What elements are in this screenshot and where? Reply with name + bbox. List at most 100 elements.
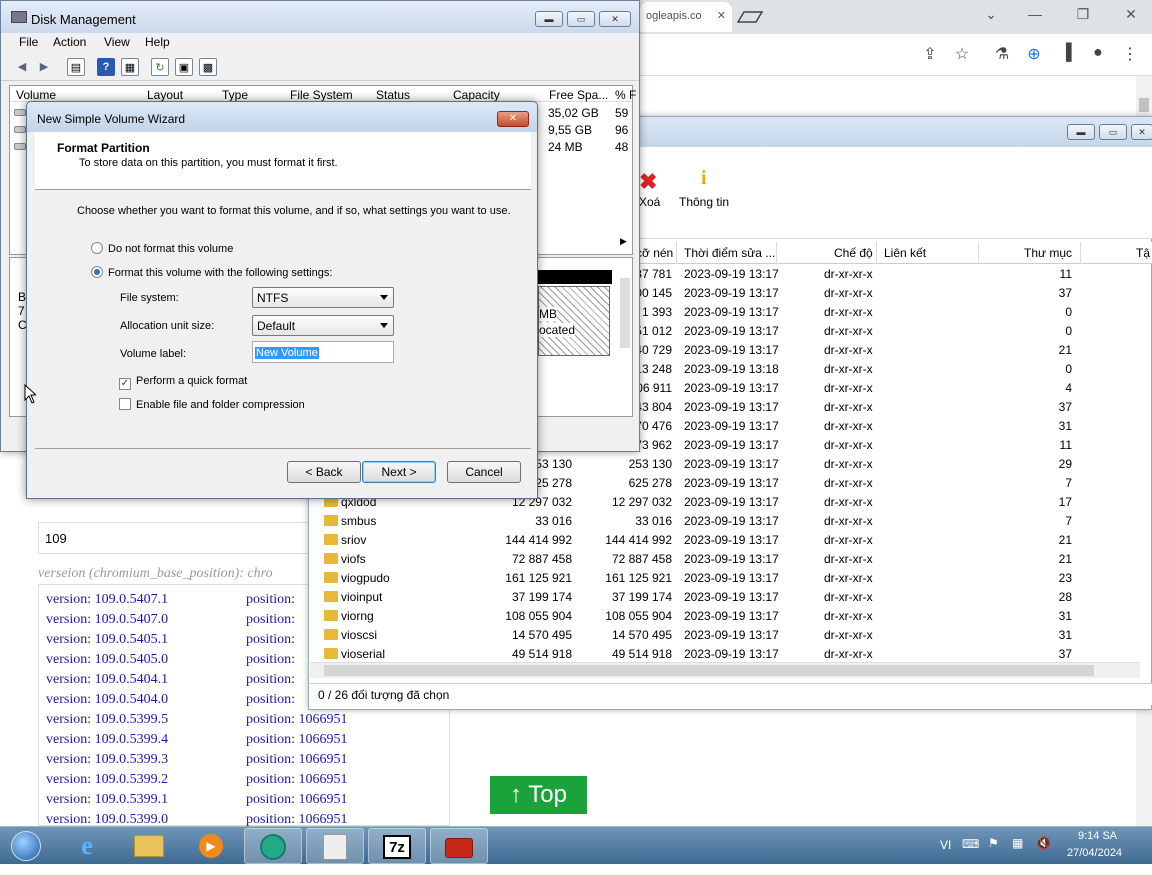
col-capacity[interactable]: Capacity [453, 88, 500, 102]
col-status[interactable]: Status [376, 88, 410, 102]
menu-help[interactable]: Help [145, 35, 170, 49]
new-tab-icon[interactable] [736, 10, 766, 24]
internet-explorer-icon[interactable]: e [58, 828, 116, 864]
allocation-size-select[interactable]: Default [252, 315, 394, 336]
keyboard-icon[interactable]: ⌨ [962, 837, 979, 851]
quick-format-checkbox[interactable]: ✓ Perform a quick format [119, 375, 247, 390]
language-indicator[interactable]: VI [940, 838, 951, 852]
file-row[interactable]: viorng 108 055 904 108 055 904 2023-09-19 1… [312, 607, 1142, 626]
rescan-icon[interactable]: ▩ [199, 58, 217, 76]
radio-format-icon[interactable] [91, 266, 103, 278]
info-label[interactable]: Thông tin [679, 195, 729, 209]
dm-close-icon[interactable]: ✕ [599, 11, 631, 27]
action-pane-icon[interactable]: ▦ [121, 58, 139, 76]
minimize-icon[interactable]: — [1020, 6, 1050, 24]
profile-icon[interactable]: ● [1086, 44, 1110, 68]
file-row[interactable]: viofs 72 887 458 72 887 458 2023-09-19 13:1… [312, 550, 1142, 569]
radio-format[interactable]: Format this volume with the following se… [91, 266, 332, 279]
bookmark-star-icon[interactable]: ☆ [950, 44, 974, 68]
col-modified[interactable]: Thời điểm sửa ... [684, 246, 775, 260]
top-button[interactable]: ↑ Top [490, 776, 587, 814]
dm-maximize-icon[interactable]: ▭ [567, 11, 595, 27]
console-tree-icon[interactable]: ▤ [67, 58, 85, 76]
chrome-taskbar-icon[interactable] [244, 828, 302, 864]
back-icon[interactable]: ◀ [13, 58, 31, 76]
explorer-folder-icon[interactable] [120, 828, 178, 864]
restore-icon[interactable]: ❐ [1068, 6, 1098, 24]
tab-close-icon[interactable]: ✕ [717, 9, 726, 22]
delete-label[interactable]: Xoá [639, 195, 660, 209]
radio-no-format-icon[interactable] [91, 242, 103, 254]
col-volume[interactable]: Volume [16, 88, 56, 102]
search-input[interactable]: 109 [38, 522, 310, 554]
clock-date[interactable]: 27/04/2024 [1067, 847, 1122, 859]
hscroll-thumb[interactable] [324, 665, 1094, 676]
download-icon[interactable]: ⊕ [1022, 44, 1046, 68]
scroll-right-icon[interactable]: ▶ [620, 236, 627, 247]
position-text: position: [246, 592, 296, 607]
network-icon[interactable]: ▦ [1012, 836, 1023, 850]
col-percent-free[interactable]: % F [615, 88, 636, 102]
col-mode[interactable]: Chế độ [834, 246, 873, 260]
file-row[interactable]: vioscsi 14 570 495 14 570 495 2023-09-19 13… [312, 626, 1142, 645]
forward-icon[interactable]: ▶ [35, 58, 53, 76]
close-icon[interactable]: ✕ [1116, 6, 1146, 24]
scrollbar-thumb[interactable] [1139, 98, 1149, 112]
disk-app-icon[interactable] [306, 828, 364, 864]
file-system-select[interactable]: NTFS [252, 287, 394, 308]
extension-icon[interactable]: ⚗ [990, 44, 1014, 68]
browser-tab[interactable]: ogleapis.co ✕ [640, 2, 732, 32]
file-folders: 37 [1058, 286, 1072, 300]
toolbox-icon[interactable] [430, 828, 488, 864]
col-links[interactable]: Liên kết [884, 246, 926, 260]
volume-muted-icon[interactable]: 🔇 [1036, 836, 1051, 850]
menu-action[interactable]: Action [53, 35, 86, 49]
delete-icon[interactable]: ✖ [639, 169, 657, 195]
file-packed-size: 72 887 458 [611, 552, 672, 566]
properties-icon[interactable]: ▣ [175, 58, 193, 76]
wizard-close-icon[interactable]: ✕ [497, 111, 529, 127]
compression-checkbox[interactable]: Enable file and folder compression [119, 398, 305, 411]
info-icon[interactable]: i [701, 167, 707, 190]
clock-time[interactable]: 9:14 SA [1078, 830, 1117, 842]
file-list-hscrollbar[interactable] [310, 662, 1140, 678]
col-folders[interactable]: Thư mục [1024, 246, 1072, 260]
tab-search-icon[interactable]: ⌄ [976, 6, 1006, 24]
side-panel-icon[interactable]: ▐ [1054, 44, 1078, 68]
menu-icon[interactable]: ⋮ [1118, 44, 1142, 68]
col-file-system[interactable]: File System [290, 88, 353, 102]
next-button[interactable]: Next > [362, 461, 436, 483]
file-row[interactable]: vioinput 37 199 174 37 199 174 2023-09-19 1… [312, 588, 1142, 607]
volume-label-input[interactable]: New Volume [252, 341, 394, 363]
volume-row-free: 24 MB [548, 140, 583, 154]
back-button[interactable]: < Back [287, 461, 361, 483]
media-player-icon[interactable]: ▶ [182, 828, 240, 864]
fm-maximize-icon[interactable]: ▭ [1099, 124, 1127, 140]
refresh-icon[interactable]: ↻ [151, 58, 169, 76]
help-icon[interactable]: ? [97, 58, 115, 76]
fm-close-icon[interactable]: ✕ [1131, 124, 1152, 140]
dm-minimize-icon[interactable]: ▬ [535, 11, 563, 27]
start-button[interactable] [0, 828, 52, 864]
checkmark-icon[interactable]: ✓ [119, 378, 131, 390]
col-packed-size[interactable]: cỡ nén [636, 246, 673, 260]
unallocated-partition[interactable]: MB ocated [538, 286, 610, 356]
7zip-icon[interactable]: 7z [368, 828, 426, 864]
menu-file[interactable]: File [19, 35, 38, 49]
file-row[interactable]: viogpudo 161 125 921 161 125 921 2023-09-19… [312, 569, 1142, 588]
file-modified: 2023-09-19 13:17 [684, 381, 779, 395]
file-row[interactable]: smbus 33 016 33 016 2023-09-19 13:17 dr-xr-x… [312, 512, 1142, 531]
radio-no-format[interactable]: Do not format this volume [91, 242, 233, 255]
col-layout[interactable]: Layout [147, 88, 183, 102]
file-row[interactable]: sriov 144 414 992 144 414 992 2023-09-19 13… [312, 531, 1142, 550]
menu-view[interactable]: View [104, 35, 130, 49]
col-type[interactable]: Type [222, 88, 248, 102]
graph-scrollbar-thumb[interactable] [620, 278, 630, 348]
col-free-space[interactable]: Free Spa... [549, 88, 608, 102]
action-center-icon[interactable]: ⚑ [988, 836, 999, 850]
share-icon[interactable]: ⇪ [918, 44, 942, 68]
fm-minimize-icon[interactable]: ▬ [1067, 124, 1095, 140]
col-files[interactable]: Tậ [1136, 246, 1150, 260]
cancel-button[interactable]: Cancel [447, 461, 521, 483]
checkbox-empty-icon[interactable] [119, 398, 131, 410]
